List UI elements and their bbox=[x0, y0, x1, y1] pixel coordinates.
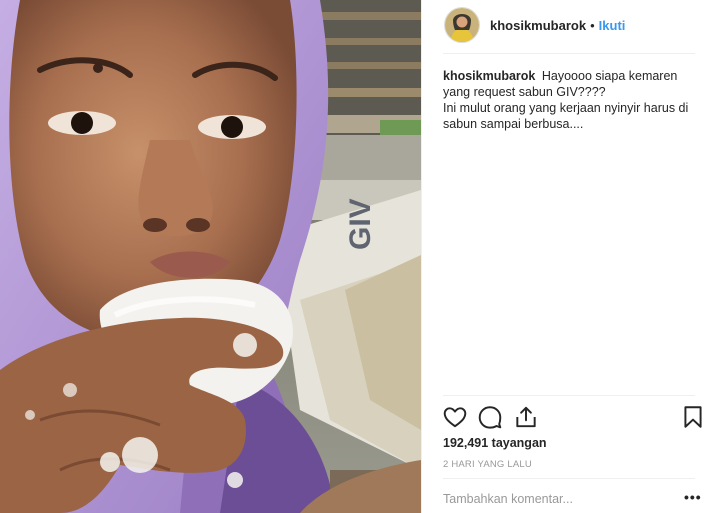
follow-button[interactable]: Ikuti bbox=[599, 18, 626, 33]
caption: khosikmubarok Hayoooo siapa kemaren yang… bbox=[443, 68, 693, 132]
view-count[interactable]: 192,491 tayangan bbox=[443, 436, 547, 450]
share-icon[interactable] bbox=[513, 404, 539, 430]
video-frame: GIV bbox=[0, 0, 421, 513]
post-header: khosikmubarok • Ikuti bbox=[422, 0, 705, 50]
timestamp[interactable]: 2 HARI YANG LALU bbox=[443, 459, 532, 470]
actions-divider bbox=[443, 395, 695, 396]
post-sidebar: khosikmubarok • Ikuti khosikmubarok Hayo… bbox=[421, 0, 705, 513]
bookmark-icon[interactable] bbox=[680, 404, 705, 430]
header-divider bbox=[443, 53, 695, 54]
avatar-image bbox=[445, 8, 479, 42]
username-link[interactable]: khosikmubarok bbox=[490, 18, 586, 33]
heart-icon[interactable] bbox=[442, 404, 468, 430]
comment-input[interactable] bbox=[443, 489, 673, 509]
caption-username[interactable]: khosikmubarok bbox=[443, 69, 535, 83]
soap-box-brand: GIV bbox=[344, 198, 377, 250]
avatar[interactable] bbox=[444, 7, 480, 43]
action-bar bbox=[442, 404, 704, 430]
post-media[interactable]: GIV bbox=[0, 0, 421, 513]
comment-divider bbox=[443, 478, 695, 479]
more-options-icon[interactable]: ••• bbox=[684, 490, 702, 504]
comment-bubble-icon[interactable] bbox=[477, 404, 503, 430]
header-separator: • bbox=[590, 17, 595, 33]
caption-line-2: Ini mulut orang yang kerjaan nyinyir har… bbox=[443, 101, 689, 131]
